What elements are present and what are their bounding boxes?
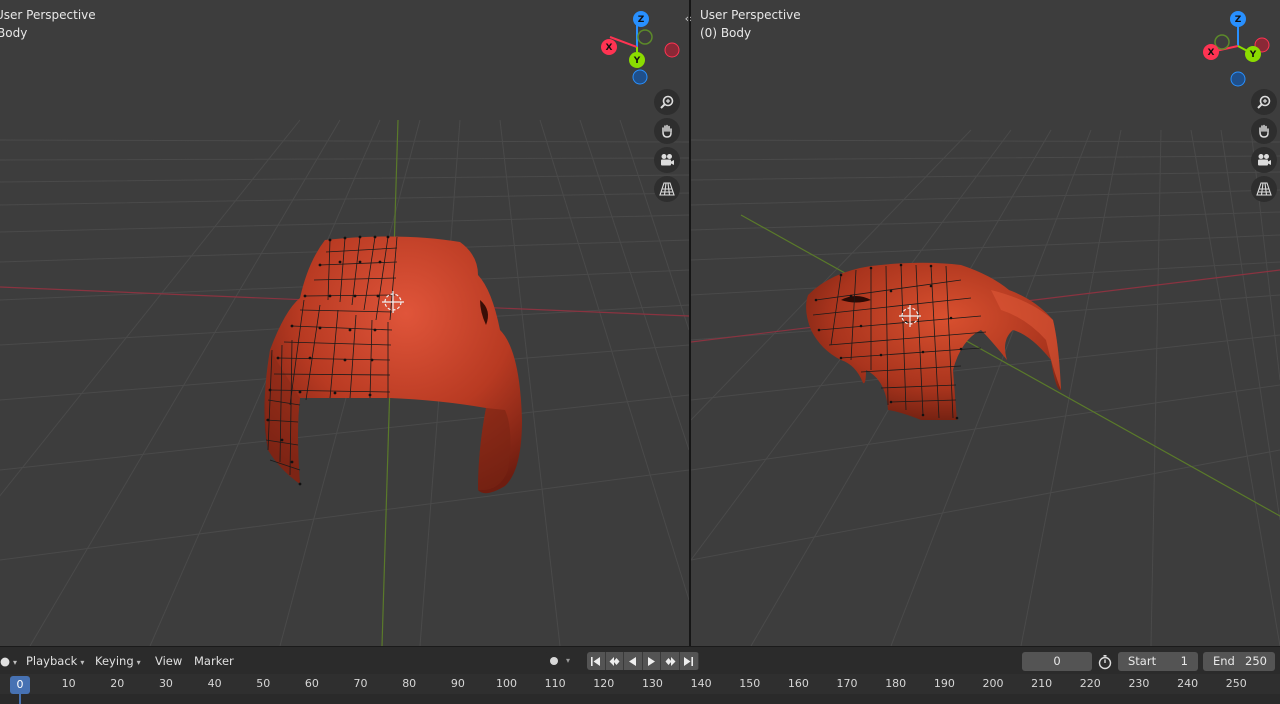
start-value: 1 bbox=[1180, 654, 1188, 668]
playhead-frame-indicator[interactable]: 0 bbox=[10, 676, 30, 694]
tick-label: 250 bbox=[1225, 677, 1247, 690]
playhead-line bbox=[19, 694, 21, 704]
tick-label: 160 bbox=[787, 677, 809, 690]
tick-label: 140 bbox=[690, 677, 712, 690]
tick-label: 130 bbox=[641, 677, 663, 690]
viewport-right[interactable]: User Perspective (0) Body Z X Y bbox=[691, 0, 1280, 646]
next-keyframe-icon bbox=[665, 656, 676, 666]
auto-keying-record-button[interactable] bbox=[544, 652, 564, 670]
active-object-label: Body bbox=[0, 26, 28, 40]
gizmo-y-label: Y bbox=[633, 56, 641, 66]
chevron-down-icon[interactable]: ▾ bbox=[566, 652, 570, 670]
zoom-icon[interactable] bbox=[1251, 89, 1277, 115]
tick-label: 230 bbox=[1128, 677, 1150, 690]
jump-start-icon bbox=[591, 656, 601, 666]
gizmo-z-label: Z bbox=[1235, 15, 1242, 25]
perspective-grid-icon[interactable] bbox=[654, 176, 680, 202]
tick-label: 50 bbox=[256, 677, 271, 690]
grid-floor bbox=[691, 129, 1280, 646]
chevron-down-icon: ▾ bbox=[136, 658, 141, 667]
tick-label: 220 bbox=[1079, 677, 1101, 690]
pan-hand-icon[interactable] bbox=[1251, 118, 1277, 144]
current-frame-field[interactable]: 0 bbox=[1022, 652, 1092, 671]
clock-icon: ● bbox=[0, 654, 11, 668]
stopwatch-icon[interactable] bbox=[1097, 654, 1113, 670]
chevron-down-icon: ▾ bbox=[80, 658, 85, 667]
tick-label: 40 bbox=[207, 677, 222, 690]
start-label: Start bbox=[1128, 654, 1157, 668]
viewport-title: User Perspective bbox=[0, 8, 96, 22]
active-object-label: (0) Body bbox=[700, 26, 752, 40]
tick-label: 120 bbox=[593, 677, 615, 690]
gizmo-y-label: Y bbox=[1249, 50, 1257, 60]
end-frame-field[interactable]: End 250 bbox=[1203, 652, 1275, 671]
viewport-left[interactable]: User Perspective Body Z X Y bbox=[0, 0, 689, 646]
tick-label: 240 bbox=[1177, 677, 1199, 690]
car-body-mesh[interactable] bbox=[264, 235, 522, 494]
view-menu[interactable]: View bbox=[151, 652, 186, 670]
jump-end-button[interactable] bbox=[679, 652, 699, 670]
marker-menu[interactable]: Marker bbox=[190, 652, 238, 670]
navigation-gizmo[interactable]: Z X Y bbox=[1196, 8, 1276, 88]
timeline-track[interactable] bbox=[0, 694, 1280, 704]
tick-label: 60 bbox=[304, 677, 319, 690]
tick-label: 110 bbox=[544, 677, 566, 690]
camera-view-icon[interactable] bbox=[654, 147, 680, 173]
zoom-icon[interactable] bbox=[654, 89, 680, 115]
end-label: End bbox=[1213, 654, 1235, 668]
tick-label: 20 bbox=[110, 677, 125, 690]
jump-start-button[interactable] bbox=[587, 652, 606, 670]
play-reverse-button[interactable] bbox=[624, 652, 643, 670]
y-axis-line bbox=[740, 214, 1280, 517]
prev-keyframe-icon bbox=[609, 656, 620, 666]
keying-menu-label: Keying bbox=[95, 654, 134, 668]
tick-label: 70 bbox=[353, 677, 368, 690]
gizmo-x-label: X bbox=[606, 43, 613, 53]
tick-label: 210 bbox=[1031, 677, 1053, 690]
timeline-header: ● ▾ Playback ▾ Keying ▾ View Marker ▾ 0 Sta… bbox=[0, 646, 1280, 674]
play-button[interactable] bbox=[642, 652, 662, 670]
record-icon bbox=[550, 657, 558, 665]
next-keyframe-button[interactable] bbox=[661, 652, 680, 670]
tick-label: 170 bbox=[836, 677, 858, 690]
play-reverse-icon bbox=[629, 656, 637, 666]
gizmo-x-label: X bbox=[1208, 48, 1215, 58]
tick-label: 100 bbox=[496, 677, 517, 690]
end-value: 250 bbox=[1245, 654, 1267, 668]
tick-label: 190 bbox=[933, 677, 955, 690]
navigation-gizmo[interactable]: Z X Y bbox=[600, 10, 680, 90]
start-frame-field[interactable]: Start 1 bbox=[1118, 652, 1198, 671]
timeline-ruler[interactable]: 10 20 30 40 50 60 70 80 90 100 110 120 130 140 150 160 1… bbox=[0, 674, 1280, 704]
tick-label: 10 bbox=[61, 677, 76, 690]
play-icon bbox=[648, 656, 656, 666]
tick-label: 90 bbox=[450, 677, 465, 690]
gizmo-z-label: Z bbox=[638, 15, 645, 25]
playback-controls bbox=[587, 652, 699, 670]
playback-menu-label: Playback bbox=[26, 654, 78, 668]
car-body-mesh[interactable] bbox=[806, 262, 1061, 420]
perspective-grid-icon[interactable] bbox=[1251, 176, 1277, 202]
jump-end-icon bbox=[684, 656, 694, 666]
tick-label: 80 bbox=[402, 677, 417, 690]
tick-label: 180 bbox=[885, 677, 907, 690]
scene-left[interactable] bbox=[0, 0, 689, 646]
playback-menu[interactable]: Playback ▾ bbox=[22, 652, 88, 670]
viewport-title: User Perspective bbox=[700, 8, 801, 22]
keying-menu[interactable]: Keying ▾ bbox=[91, 652, 145, 670]
prev-keyframe-button[interactable] bbox=[605, 652, 625, 670]
scene-right[interactable] bbox=[691, 0, 1280, 646]
pan-hand-icon[interactable] bbox=[654, 118, 680, 144]
tick-label: 30 bbox=[158, 677, 173, 690]
tick-label: 200 bbox=[982, 677, 1004, 690]
tick-label: 150 bbox=[739, 677, 761, 690]
editor-type-dropdown[interactable]: ● ▾ bbox=[0, 652, 21, 670]
camera-view-icon[interactable] bbox=[1251, 147, 1277, 173]
